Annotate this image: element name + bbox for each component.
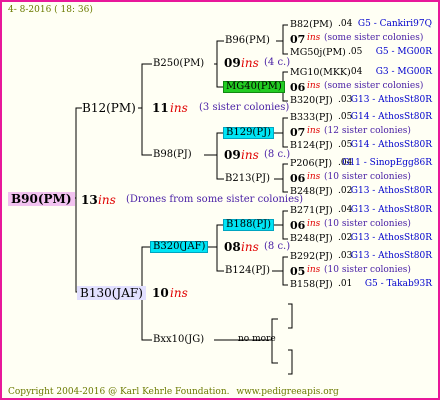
gen3-b96-note: (4 c.): [264, 57, 291, 68]
gen3-mg40-bee[interactable]: MG40(PM): [223, 81, 285, 93]
gen4-line: G13 - AthosSt80R: [350, 95, 432, 105]
gen1-top-year: 11: [152, 101, 169, 115]
footer-copyright-text: Copyright 2004-2016 @ Karl Kehrle Founda…: [8, 387, 230, 397]
pedigree-frame: 4- 8-2016 ( 18: 36) B90(PM) 13 ins (Dron…: [0, 0, 440, 400]
gen2-b320-ins: ins: [241, 240, 259, 254]
gen2-b320-year: 08: [224, 240, 241, 254]
gen4-ins: ins: [307, 126, 321, 136]
gen4-line: G5 - Takab93R: [364, 279, 432, 289]
gen1-top-note: (3 sister colonies): [199, 102, 290, 113]
gen4-year: .04: [338, 19, 353, 29]
gen4-ins: ins: [307, 81, 321, 91]
gen4-ins: ins: [307, 33, 321, 43]
gen2-bxx10-bee[interactable]: Bxx10(JG): [153, 335, 204, 345]
gen3-b124-bee[interactable]: B124(PJ): [225, 266, 270, 276]
gen4-ins: ins: [307, 219, 321, 229]
footer-site-link[interactable]: www.pedigreeapis.org: [236, 387, 338, 397]
gen4-ins-year: 07: [290, 33, 306, 46]
gen4-line: G5 - Cankiri97Q: [357, 19, 432, 29]
gen4-bee[interactable]: B271(PJ): [290, 206, 333, 216]
gen3-b129-ins: ins: [241, 148, 259, 162]
gen3-b129-year: 09: [224, 148, 241, 162]
gen4-bee[interactable]: B292(PJ): [290, 252, 333, 262]
gen1-bottom-ins: ins: [170, 286, 188, 300]
gen3-b96-bee[interactable]: B96(PM): [225, 36, 270, 46]
gen4-line: G13 - AthosSt80R: [350, 233, 432, 243]
gen2-b250-bee[interactable]: B250(PM): [153, 59, 204, 69]
root-year: 13: [81, 193, 98, 207]
gen4-note: (some sister colonies): [324, 33, 424, 43]
gen4-ins-year: 07: [290, 126, 306, 139]
root-ins: ins: [98, 193, 116, 207]
gen4-note: (10 sister colonies): [324, 219, 411, 229]
gen4-bee[interactable]: B124(PJ): [290, 141, 333, 151]
gen4-line: G13 - AthosSt80R: [350, 205, 432, 215]
gen4-ins: ins: [307, 265, 321, 275]
gen4-note: (10 sister colonies): [324, 172, 411, 182]
header-date: 4- 8-2016 ( 18: 36): [8, 5, 93, 15]
footer-copyright: Copyright 2004-2016 @ Karl Kehrle Founda…: [8, 388, 339, 397]
gen1-bottom-year: 10: [152, 286, 169, 300]
gen4-year: .05: [348, 47, 363, 57]
gen4-year: .04: [348, 67, 363, 77]
gen4-line: G11 - SinopEgg86R: [342, 158, 432, 168]
gen4-ins-year: 06: [290, 219, 306, 232]
gen4-line: G13 - AthosSt80R: [350, 186, 432, 196]
gen4-line: G3 - MG00R: [375, 67, 432, 77]
gen4-line: G13 - AthosSt80R: [350, 251, 432, 261]
gen2-b98-bee[interactable]: B98(PJ): [153, 150, 192, 160]
gen1-top-bee[interactable]: B12(PM): [82, 102, 136, 114]
gen3-b96-ins: ins: [241, 56, 259, 70]
gen3-b188-bee[interactable]: B188(PJ): [223, 219, 274, 231]
gen4-bee[interactable]: MG10(MKK): [290, 68, 351, 78]
gen1-bottom-bee[interactable]: B130(JAF): [77, 286, 146, 300]
gen4-bee[interactable]: P206(PJ): [290, 159, 332, 169]
gen2-b320-bee[interactable]: B320(JAF): [150, 241, 209, 253]
root-bee[interactable]: B90(PM): [8, 192, 75, 206]
gen3-b129-bee[interactable]: B129(PJ): [223, 127, 274, 139]
gen2-b320-note: (8 c.): [264, 241, 291, 252]
gen4-line: G14 - AthosSt80R: [350, 112, 432, 122]
gen3-b213-bee[interactable]: B213(PJ): [225, 174, 270, 184]
gen4-bee[interactable]: B320(PJ): [290, 96, 333, 106]
gen4-line: G14 - AthosSt80R: [350, 140, 432, 150]
gen4-ins-year: 05: [290, 265, 306, 278]
gen4-ins-year: 06: [290, 172, 306, 185]
gen4-ins: ins: [307, 172, 321, 182]
gen4-bee[interactable]: B82(PM): [290, 20, 333, 30]
gen4-ins-year: 06: [290, 81, 306, 94]
gen3-b96-year: 09: [224, 56, 241, 70]
gen4-year: .01: [338, 279, 353, 289]
gen4-bee[interactable]: MG50j(PM): [290, 48, 346, 58]
root-note: (Drones from some sister colonies): [126, 194, 304, 205]
gen4-note: (10 sister colonies): [324, 265, 411, 275]
gen2-bxx10-note: no more: [238, 334, 276, 344]
gen4-bee[interactable]: B158(PJ): [290, 280, 333, 290]
gen4-note: (12 sister colonies): [324, 126, 411, 136]
gen4-bee[interactable]: B333(PJ): [290, 113, 333, 123]
gen4-note: (some sister colonies): [324, 81, 424, 91]
gen3-b129-note: (8 c.): [264, 149, 291, 160]
gen4-bee[interactable]: B248(PJ): [290, 187, 333, 197]
gen1-top-ins: ins: [170, 101, 188, 115]
gen4-line: G5 - MG00R: [375, 47, 432, 57]
gen4-bee[interactable]: B248(PJ): [290, 234, 333, 244]
